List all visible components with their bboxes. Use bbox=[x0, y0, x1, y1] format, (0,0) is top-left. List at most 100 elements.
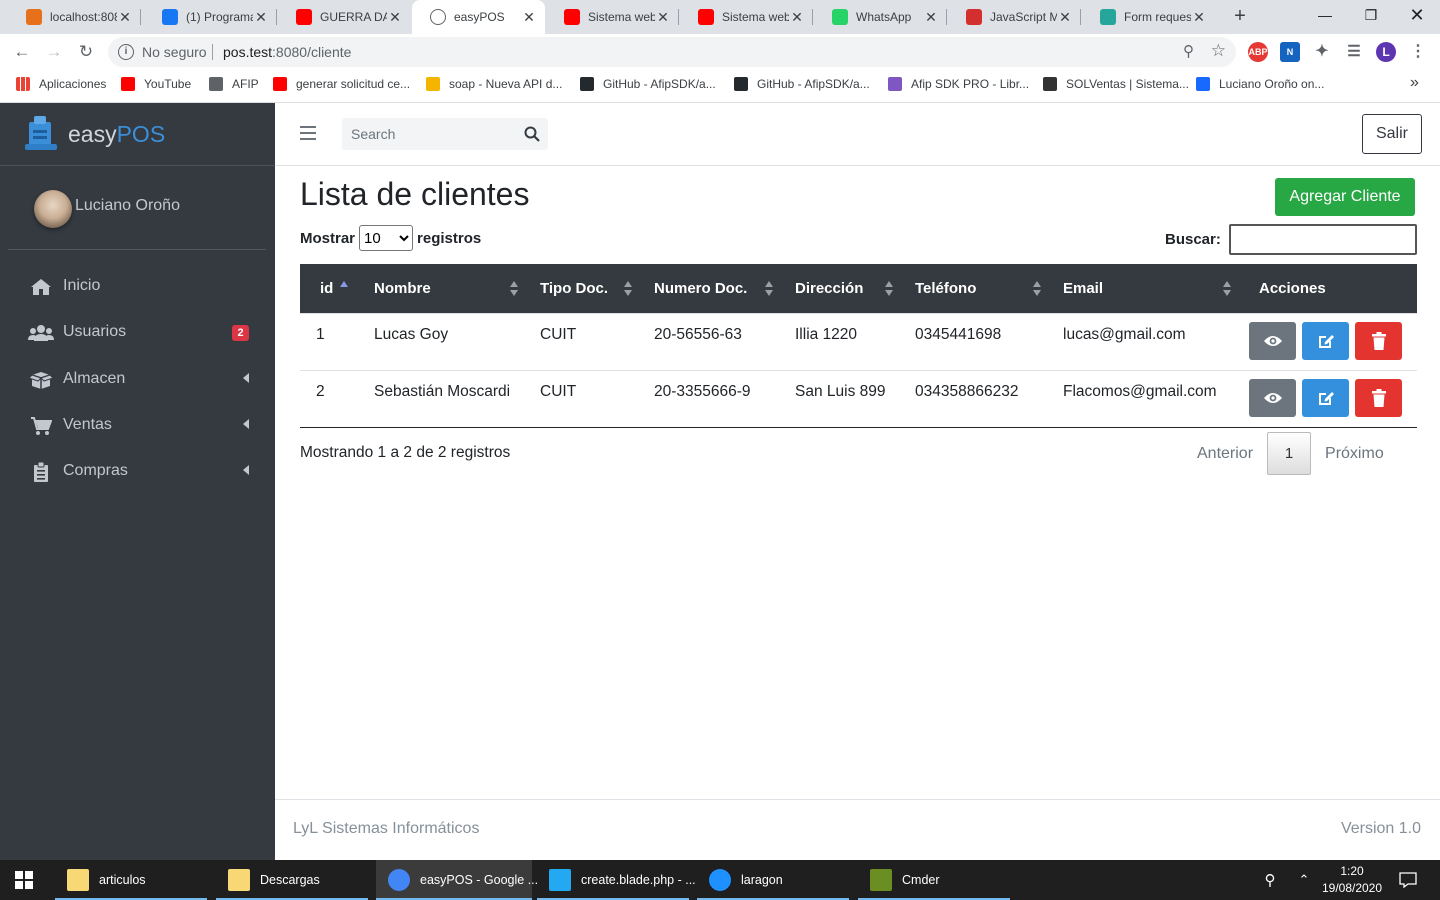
taskbar-app[interactable]: laragon bbox=[697, 860, 849, 900]
next-page-button[interactable]: Próximo bbox=[1311, 445, 1398, 463]
bookmark-star-icon[interactable]: ☆ bbox=[1211, 41, 1226, 61]
bookmark-item[interactable]: generar solicitud ce... bbox=[273, 77, 410, 91]
close-tab-icon[interactable]: ✕ bbox=[1057, 9, 1073, 26]
reload-icon[interactable]: ↻ bbox=[74, 40, 98, 64]
omnibox[interactable]: i No seguro pos.test:8080/cliente ⚲ ☆ bbox=[108, 37, 1236, 67]
sort-icon bbox=[765, 281, 773, 296]
bookmark-item[interactable]: GitHub - AfipSDK/a... bbox=[734, 77, 870, 91]
bookmark-favicon-icon bbox=[888, 77, 902, 91]
user-panel[interactable]: Luciano Oroño bbox=[8, 167, 266, 250]
close-tab-icon[interactable]: ✕ bbox=[789, 9, 805, 26]
back-icon[interactable]: ← bbox=[10, 40, 34, 64]
forward-icon[interactable]: → bbox=[42, 40, 66, 64]
extension-new-icon[interactable]: N bbox=[1280, 42, 1300, 62]
people-icon[interactable]: ⚲ bbox=[1258, 860, 1282, 900]
sidebar-item-inicio[interactable]: Inicio bbox=[8, 267, 266, 307]
clock-date: 19/08/2020 bbox=[1321, 881, 1383, 895]
close-tab-icon[interactable]: ✕ bbox=[117, 9, 133, 26]
column-header-numero-doc[interactable]: Numero Doc. bbox=[642, 264, 783, 313]
security-label[interactable]: No seguro bbox=[142, 44, 207, 60]
page-length-select[interactable]: 102550100 bbox=[359, 225, 414, 251]
view-button[interactable] bbox=[1249, 378, 1296, 417]
user-name[interactable]: Luciano Oroño bbox=[75, 197, 180, 215]
close-tab-icon[interactable]: ✕ bbox=[253, 9, 269, 26]
sidebar-item-usuarios[interactable]: Usuarios 2 bbox=[8, 313, 266, 353]
edit-button[interactable] bbox=[1302, 321, 1349, 360]
delete-button[interactable] bbox=[1355, 321, 1402, 360]
close-tab-icon[interactable]: ✕ bbox=[923, 9, 939, 26]
add-client-button[interactable]: Agregar Cliente bbox=[1275, 178, 1415, 216]
chevron-left-icon bbox=[243, 419, 249, 429]
info-icon[interactable]: i bbox=[118, 44, 134, 60]
taskbar-app[interactable]: easyPOS - Google ... bbox=[376, 860, 538, 900]
bookmark-item[interactable]: Luciano Oroño on... bbox=[1196, 77, 1324, 91]
trash-icon bbox=[1371, 331, 1386, 350]
bookmark-item[interactable]: soap - Nueva API d... bbox=[426, 77, 562, 91]
bookmark-item[interactable]: AFIP bbox=[209, 77, 259, 91]
logout-button[interactable]: Salir bbox=[1362, 114, 1422, 154]
browser-tab[interactable]: easyPOS ✕ bbox=[412, 0, 545, 34]
bookmark-label: soap - Nueva API d... bbox=[449, 77, 563, 91]
sidebar-item-ventas[interactable]: Ventas bbox=[8, 406, 266, 446]
column-header-email[interactable]: Email bbox=[1051, 264, 1241, 313]
filter-input[interactable] bbox=[1228, 224, 1417, 255]
previous-page-button[interactable]: Anterior bbox=[1183, 445, 1267, 463]
bookmark-item[interactable]: YouTube bbox=[121, 77, 191, 91]
browser-tab[interactable]: WhatsApp ✕ bbox=[814, 0, 947, 34]
profile-avatar[interactable]: L bbox=[1376, 42, 1396, 62]
edit-button[interactable] bbox=[1302, 378, 1349, 417]
browser-tab[interactable]: Sistema web ✕ bbox=[680, 0, 813, 34]
system-clock[interactable]: 1:20 19/08/2020 bbox=[1316, 863, 1388, 897]
close-tab-icon[interactable]: ✕ bbox=[521, 9, 537, 26]
new-tab-button[interactable]: + bbox=[1228, 5, 1252, 29]
bookmark-item[interactable]: Aplicaciones bbox=[16, 77, 106, 91]
taskbar-app[interactable]: Descargas bbox=[216, 860, 368, 900]
taskbar-app[interactable]: articulos bbox=[55, 860, 207, 900]
bookmark-favicon-icon bbox=[734, 77, 748, 91]
start-button[interactable] bbox=[0, 860, 48, 900]
taskbar-app[interactable]: create.blade.php - ... bbox=[537, 860, 696, 900]
browser-tab[interactable]: Form request ✕ bbox=[1082, 0, 1215, 34]
sidebar-item-almacen[interactable]: Almacen bbox=[8, 360, 266, 400]
browser-tab[interactable]: JavaScript Mo✕ bbox=[948, 0, 1081, 34]
sidebar-item-compras[interactable]: Compras bbox=[8, 452, 266, 492]
zoom-icon[interactable]: ⚲ bbox=[1183, 42, 1194, 60]
hamburger-menu-icon[interactable] bbox=[300, 126, 316, 140]
close-tab-icon[interactable]: ✕ bbox=[387, 9, 403, 26]
url-text[interactable]: pos.test:8080/cliente bbox=[223, 44, 351, 60]
close-tab-icon[interactable]: ✕ bbox=[655, 9, 671, 26]
media-control-icon[interactable]: ☰ bbox=[1344, 42, 1364, 62]
search-input[interactable] bbox=[342, 118, 518, 150]
browser-tab[interactable]: Sistema web ✕ bbox=[546, 0, 679, 34]
browser-tab[interactable]: localhost:8080✕ bbox=[8, 0, 141, 34]
column-header-tipo-doc[interactable]: Tipo Doc. bbox=[528, 264, 642, 313]
browser-tab-title: (1) Programa bbox=[186, 10, 253, 24]
column-header-id[interactable]: id bbox=[300, 264, 362, 313]
more-bookmarks-icon[interactable]: » bbox=[1410, 74, 1419, 92]
browser-tab[interactable]: (1) Programa ✕ bbox=[144, 0, 277, 34]
notifications-icon[interactable] bbox=[1396, 860, 1420, 900]
close-window-icon[interactable]: ✕ bbox=[1394, 0, 1440, 30]
page-1-button[interactable]: 1 bbox=[1267, 432, 1312, 475]
search-icon[interactable] bbox=[524, 126, 540, 142]
adblock-icon[interactable]: ABP bbox=[1248, 42, 1268, 62]
column-header-nombre[interactable]: Nombre bbox=[362, 264, 528, 313]
browser-tab[interactable]: GUERRA DA C✕ bbox=[278, 0, 411, 34]
extensions-puzzle-icon[interactable]: ✦ bbox=[1312, 42, 1332, 62]
column-header-label: Acciones bbox=[1259, 279, 1326, 297]
bookmark-item[interactable]: SOLVentas | Sistema... bbox=[1043, 77, 1189, 91]
taskbar-app[interactable]: Cmder bbox=[858, 860, 1010, 900]
restore-icon[interactable]: ❐ bbox=[1348, 0, 1394, 30]
bookmark-item[interactable]: Afip SDK PRO - Libr... bbox=[888, 77, 1029, 91]
bookmark-item[interactable]: GitHub - AfipSDK/a... bbox=[580, 77, 716, 91]
minimize-icon[interactable]: — bbox=[1302, 0, 1348, 30]
view-button[interactable] bbox=[1249, 321, 1296, 360]
chevron-up-icon[interactable]: ⌃ bbox=[1292, 860, 1316, 900]
column-header-direccion[interactable]: Dirección bbox=[783, 264, 903, 313]
brand-link[interactable]: easyPOS bbox=[0, 103, 275, 166]
delete-button[interactable] bbox=[1355, 378, 1402, 417]
browser-menu-icon[interactable]: ⋮ bbox=[1408, 42, 1428, 62]
close-tab-icon[interactable]: ✕ bbox=[1191, 9, 1207, 26]
sidebar: easyPOS Luciano Oroño Inicio Usuarios 2 … bbox=[0, 103, 275, 860]
column-header-telefono[interactable]: Teléfono bbox=[903, 264, 1051, 313]
